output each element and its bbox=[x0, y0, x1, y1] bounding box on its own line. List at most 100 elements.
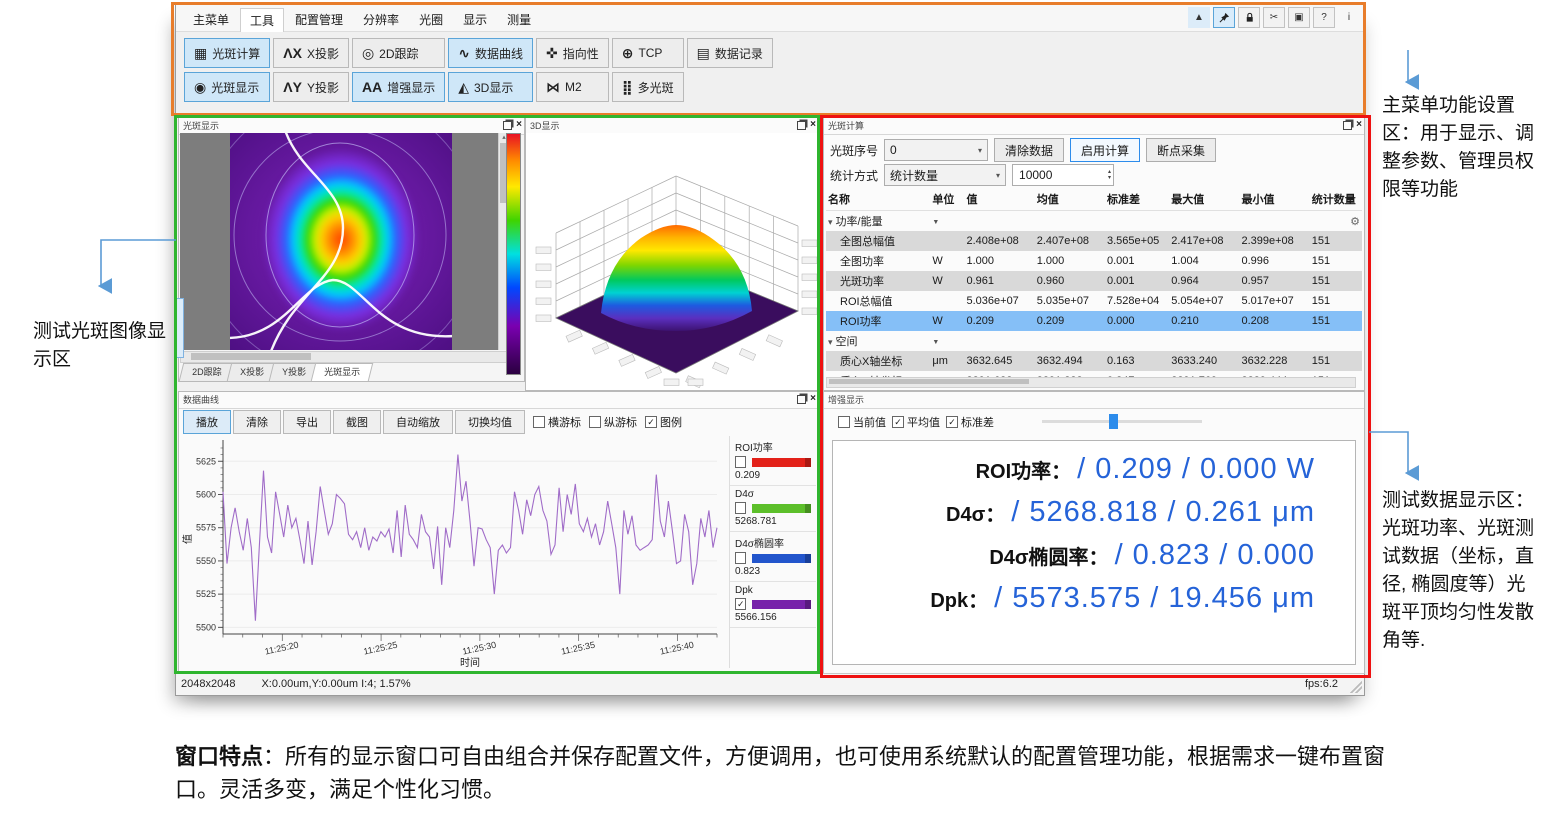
group-row-功率/能量[interactable]: ▾功率/能量▼⚙ bbox=[826, 211, 1362, 232]
tool-button-数据记录[interactable]: ▤数据记录 bbox=[687, 38, 773, 68]
tool-button-数据曲线[interactable]: ∿数据曲线 bbox=[448, 38, 533, 68]
tool-button-增强显示[interactable]: AA增强显示 bbox=[352, 72, 445, 102]
lock-icon[interactable] bbox=[1238, 7, 1260, 28]
gear-icon[interactable]: ⚙ bbox=[1350, 215, 1360, 228]
float-window-icon[interactable] bbox=[1343, 121, 1352, 130]
table-row[interactable]: 全图总幅值2.408e+082.407e+083.565e+052.417e+0… bbox=[826, 231, 1362, 251]
cell: 3632.228 bbox=[1239, 351, 1309, 371]
curve-button-截图[interactable]: 截图 bbox=[333, 410, 381, 434]
enhance-checkbox-当前值[interactable]: 当前值 bbox=[838, 414, 886, 430]
enhance-checkbox-平均值[interactable]: ✓平均值 bbox=[892, 414, 940, 430]
collapse-icon[interactable]: ▲ bbox=[1188, 7, 1210, 28]
column-header-值[interactable]: 值 bbox=[965, 188, 1035, 211]
curve-checkbox-横游标[interactable]: 横游标 bbox=[533, 414, 581, 430]
curve-button-切换均值[interactable]: 切换均值 bbox=[455, 410, 525, 434]
horizontal-scrollbar[interactable] bbox=[180, 351, 511, 363]
cell: 2.408e+08 bbox=[965, 231, 1035, 251]
checkbox[interactable] bbox=[533, 416, 545, 428]
tool-button-多光斑[interactable]: ⣿多光斑 bbox=[612, 72, 684, 102]
cell: 全图总幅值 bbox=[826, 231, 930, 251]
help-icon[interactable]: ? bbox=[1313, 7, 1335, 28]
column-header-名称[interactable]: 名称 bbox=[826, 188, 930, 211]
curve-panel-title: 数据曲线 bbox=[183, 395, 219, 405]
checkbox[interactable]: ✓ bbox=[946, 416, 958, 428]
pin-icon[interactable] bbox=[1213, 7, 1235, 28]
menu-item-配置管理[interactable]: 配置管理 bbox=[286, 8, 352, 32]
cell: 7.528e+04 bbox=[1105, 291, 1169, 311]
float-window-icon[interactable] bbox=[797, 121, 806, 130]
tool-button-指向性[interactable]: ✜指向性 bbox=[536, 38, 609, 68]
table-horizontal-scrollbar[interactable] bbox=[826, 377, 1356, 388]
curve-checkbox-纵游标[interactable]: 纵游标 bbox=[589, 414, 637, 430]
float-window-icon[interactable] bbox=[503, 121, 512, 130]
table-row[interactable]: ROI功率W0.2090.2090.0000.2100.208151 bbox=[826, 311, 1362, 331]
table-row[interactable]: 光斑功率W0.9610.9600.0010.9640.957151 bbox=[826, 271, 1362, 291]
filter-arrow-icon[interactable]: ▼ bbox=[932, 219, 939, 226]
column-header-统计数量[interactable]: 统计数量 bbox=[1310, 188, 1362, 211]
checkbox[interactable] bbox=[838, 416, 850, 428]
table-row[interactable]: 全图功率W1.0001.0000.0011.0040.996151 bbox=[826, 251, 1362, 271]
filter-arrow-icon[interactable]: ▼ bbox=[932, 339, 939, 346]
save-icon[interactable]: ▣ bbox=[1288, 7, 1310, 28]
tool-button-M2[interactable]: ⋈M2 bbox=[536, 72, 609, 102]
checkbox[interactable] bbox=[735, 552, 746, 564]
tool-button-光斑计算[interactable]: ▦光斑计算 bbox=[184, 38, 270, 68]
data-curve-icon: ∿ bbox=[458, 45, 470, 62]
checkbox[interactable]: ✓ bbox=[645, 416, 657, 428]
tool-button-2D跟踪[interactable]: ◎2D跟踪 bbox=[352, 38, 445, 68]
column-header-标准差[interactable]: 标准差 bbox=[1105, 188, 1169, 211]
column-header-最大值[interactable]: 最大值 bbox=[1169, 188, 1239, 211]
stat-count-spinner[interactable]: 10000 ▴▾ bbox=[1012, 164, 1114, 186]
checkbox[interactable] bbox=[735, 502, 746, 514]
close-icon[interactable]: × bbox=[810, 394, 816, 404]
checkbox[interactable]: ✓ bbox=[892, 416, 904, 428]
cell: 0.964 bbox=[1169, 271, 1239, 291]
curve-button-自动缩放[interactable]: 自动缩放 bbox=[383, 410, 453, 434]
menu-item-分辨率[interactable]: 分辨率 bbox=[354, 8, 408, 32]
table-row[interactable]: 质心X轴坐标μm3632.6453632.4940.1633633.240363… bbox=[826, 351, 1362, 371]
checkbox[interactable] bbox=[589, 416, 601, 428]
curve-button-播放[interactable]: 播放 bbox=[183, 410, 231, 434]
stat-mode-select[interactable]: 统计数量 ▾ bbox=[884, 164, 1006, 186]
menu-item-测量[interactable]: 测量 bbox=[498, 8, 540, 32]
tool-button-光斑显示[interactable]: ◉光斑显示 bbox=[184, 72, 270, 102]
column-header-最小值[interactable]: 最小值 bbox=[1239, 188, 1309, 211]
checkbox[interactable]: ✓ bbox=[735, 598, 746, 610]
calc-button-清除数据[interactable]: 清除数据 bbox=[994, 138, 1064, 162]
menu-item-工具[interactable]: 工具 bbox=[240, 8, 284, 32]
menu-item-光圈[interactable]: 光圈 bbox=[410, 8, 452, 32]
tool-button-TCP[interactable]: ⊕TCP bbox=[612, 38, 684, 68]
tab-光斑显示[interactable]: 光斑显示 bbox=[310, 363, 373, 381]
seq-select[interactable]: 0 ▾ bbox=[884, 139, 988, 161]
chevron-down-icon: ▾ bbox=[996, 171, 1000, 180]
annotation-image-area: 测试光斑图像显示区 bbox=[33, 318, 183, 374]
menu-item-显示[interactable]: 显示 bbox=[454, 8, 496, 32]
cell: 2.399e+08 bbox=[1239, 231, 1309, 251]
curve-button-清除[interactable]: 清除 bbox=[233, 410, 281, 434]
info-icon[interactable]: i bbox=[1338, 7, 1360, 28]
enhance-checkbox-标准差[interactable]: ✓标准差 bbox=[946, 414, 994, 430]
menu-item-主菜单[interactable]: 主菜单 bbox=[184, 8, 238, 32]
tool-button-3D显示[interactable]: ◭3D显示 bbox=[448, 72, 533, 102]
column-header-均值[interactable]: 均值 bbox=[1035, 188, 1105, 211]
float-window-icon[interactable] bbox=[797, 395, 806, 404]
calc-button-断点采集[interactable]: 断点采集 bbox=[1146, 138, 1216, 162]
curve-checkbox-图例[interactable]: ✓图例 bbox=[645, 414, 682, 430]
calc-button-启用计算[interactable]: 启用计算 bbox=[1070, 138, 1140, 162]
column-header-单位[interactable]: 单位 bbox=[930, 188, 964, 211]
cut-icon[interactable]: ✂ bbox=[1263, 7, 1285, 28]
group-cell bbox=[1310, 331, 1362, 351]
font-size-slider[interactable] bbox=[1042, 420, 1202, 423]
close-icon[interactable]: × bbox=[1356, 120, 1362, 130]
table-row[interactable]: ROI总幅值5.036e+075.035e+077.528e+045.054e+… bbox=[826, 291, 1362, 311]
checkbox[interactable] bbox=[735, 456, 746, 468]
curve-button-导出[interactable]: 导出 bbox=[283, 410, 331, 434]
resize-grip[interactable] bbox=[1350, 681, 1362, 693]
close-icon[interactable]: × bbox=[810, 120, 816, 130]
close-icon[interactable]: × bbox=[516, 120, 522, 130]
tool-button-Y投影[interactable]: ΛYY投影 bbox=[273, 72, 349, 102]
group-row-空间[interactable]: ▾空间▼ bbox=[826, 331, 1362, 351]
tool-button-X投影[interactable]: ΛXX投影 bbox=[273, 38, 349, 68]
slider-handle[interactable] bbox=[1109, 414, 1118, 429]
spinner-arrows-icon[interactable]: ▴▾ bbox=[1108, 169, 1111, 181]
